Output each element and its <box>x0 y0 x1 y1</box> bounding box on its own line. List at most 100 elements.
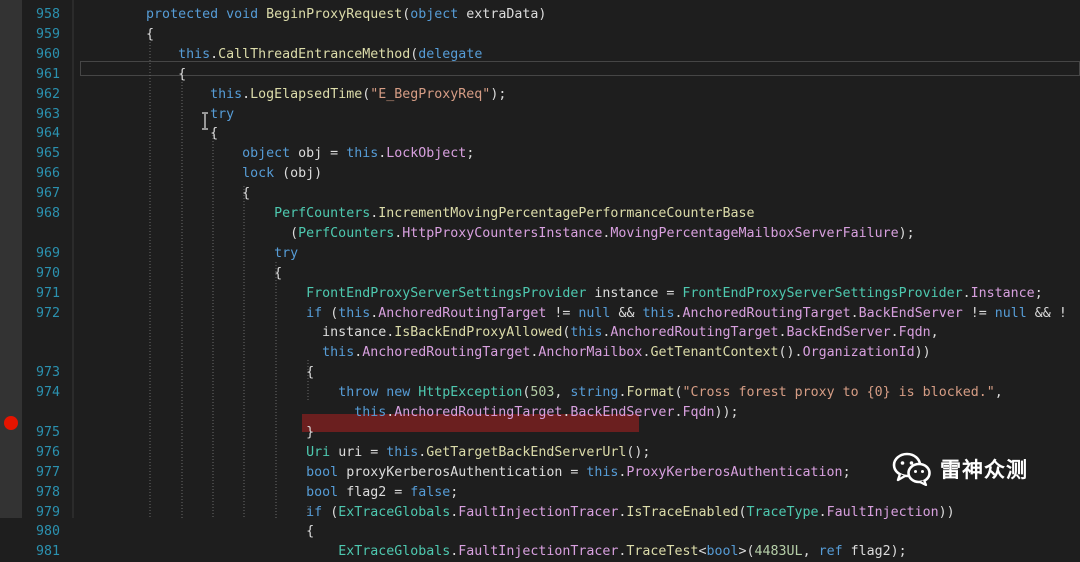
line-number: 970 <box>35 265 60 281</box>
code-line[interactable]: this.AnchoredRoutingTarget.BackEndServer… <box>0 403 1080 423</box>
code-token: string <box>570 385 619 401</box>
code-token: CallThreadEntranceMethod <box>218 46 411 62</box>
code-token: AnchoredRoutingTarget <box>610 325 779 341</box>
code-text: } <box>82 423 314 443</box>
line-number: 967 <box>35 186 60 202</box>
code-token: , <box>802 544 819 560</box>
code-token: BackEndServer <box>858 305 963 321</box>
line-number: 972 <box>35 305 60 321</box>
code-token: extraData) <box>466 7 547 22</box>
code-text: PerfCounters.IncrementMovingPercentagePe… <box>82 204 754 224</box>
code-token: AnchoredRoutingTarget <box>362 345 531 361</box>
code-token: BeginProxyRequest <box>266 7 403 22</box>
code-line[interactable]: 958 protected void BeginProxyRequest(obj… <box>0 5 1080 25</box>
code-text: { <box>82 522 314 542</box>
code-line[interactable]: this.AnchoredRoutingTarget.AnchorMailbox… <box>0 343 1080 363</box>
line-number: 977 <box>35 464 60 480</box>
code-token: (); <box>626 444 651 460</box>
line-number: 975 <box>35 424 60 440</box>
code-token: LogElapsedTime <box>250 86 363 102</box>
code-token: ( <box>674 385 683 401</box>
code-token: this <box>346 146 379 162</box>
code-line[interactable]: 970 { <box>0 264 1080 284</box>
code-token: . <box>890 325 899 341</box>
code-token: (obj) <box>282 166 323 182</box>
code-line[interactable]: 965 object obj = this.LockObject; <box>0 144 1080 164</box>
code-editor[interactable]: 958 protected void BeginProxyRequest(obj… <box>0 0 1080 559</box>
code-token: instance = <box>594 285 683 301</box>
code-token: )); <box>714 405 739 420</box>
code-line[interactable]: 973 { <box>0 363 1080 383</box>
code-text: this.AnchoredRoutingTarget.BackEndServer… <box>82 403 739 423</box>
code-token: bool <box>706 544 739 560</box>
code-line[interactable]: 959 { <box>0 25 1080 45</box>
line-number: 959 <box>35 26 60 42</box>
code-token: uri = <box>338 444 387 460</box>
code-line[interactable]: 968 PerfCounters.IncrementMovingPercenta… <box>0 204 1080 224</box>
line-number: 976 <box>35 444 60 460</box>
code-line[interactable]: 975 } <box>0 423 1080 443</box>
code-token: ExTraceGlobals <box>338 504 451 520</box>
code-token: , <box>930 325 939 341</box>
code-line[interactable]: 967 { <box>0 184 1080 204</box>
code-token: this <box>586 464 619 480</box>
code-text: lock (obj) <box>82 164 322 184</box>
code-token: . <box>450 544 459 560</box>
code-token: TraceType <box>746 504 819 520</box>
code-line[interactable]: 979 if (ExTraceGlobals.FaultInjectionTra… <box>0 503 1080 523</box>
code-token: { <box>82 26 155 42</box>
code-line[interactable]: instance.IsBackEndProxyAllowed(this.Anch… <box>0 323 1080 343</box>
code-line[interactable]: 981 ExTraceGlobals.FaultInjectionTracer.… <box>0 542 1080 562</box>
code-token: Uri <box>306 444 339 460</box>
code-token: ; <box>466 146 475 162</box>
code-line[interactable]: 963 try <box>0 105 1080 125</box>
code-token: lock <box>242 166 283 182</box>
code-token: this <box>210 86 243 102</box>
code-token: } <box>82 424 315 440</box>
code-token: delegate <box>418 46 483 62</box>
code-token: . <box>618 544 627 560</box>
code-token: obj = <box>298 146 347 162</box>
code-line[interactable]: 966 lock (obj) <box>0 164 1080 184</box>
code-token: { <box>82 186 251 202</box>
code-text: bool proxyKerberosAuthentication = this.… <box>82 463 850 483</box>
code-text: if (ExTraceGlobals.FaultInjectionTracer.… <box>82 503 955 523</box>
code-token: try <box>274 245 299 261</box>
code-text: { <box>82 184 250 204</box>
code-token: && ! <box>1026 305 1067 321</box>
code-line[interactable]: 974 throw new HttpException(503, string.… <box>0 383 1080 403</box>
code-token: proxyKerberosAuthentication = <box>346 464 587 480</box>
code-line[interactable]: 972 if (this.AnchoredRoutingTarget != nu… <box>0 304 1080 324</box>
code-token: bool <box>306 464 347 480</box>
code-token: 4483UL <box>754 544 803 560</box>
code-line[interactable]: 961 { <box>0 65 1080 85</box>
code-token: OrganizationId <box>802 345 915 361</box>
code-text: throw new HttpException(503, string.Form… <box>82 383 1003 403</box>
code-line[interactable]: (PerfCounters.HttpProxyCountersInstance.… <box>0 224 1080 244</box>
code-line[interactable]: 971 FrontEndProxyServerSettingsProvider … <box>0 284 1080 304</box>
code-token: BackEndServer <box>570 405 675 420</box>
code-token: { <box>82 524 315 540</box>
code-line[interactable]: 980 { <box>0 522 1080 542</box>
code-text: this.LogElapsedTime("E_BegProxyReq"); <box>82 85 506 105</box>
line-number: 961 <box>35 66 60 82</box>
line-number: 981 <box>35 544 60 560</box>
code-token: HttpException <box>418 385 523 401</box>
code-line[interactable]: 964 { <box>0 124 1080 144</box>
code-token: BackEndServer <box>786 325 891 341</box>
code-text: this.CallThreadEntranceMethod(delegate <box>82 45 482 65</box>
code-text: { <box>82 124 218 144</box>
code-line[interactable]: 969 try <box>0 244 1080 264</box>
code-line[interactable]: 962 this.LogElapsedTime("E_BegProxyReq")… <box>0 85 1080 105</box>
line-number: 979 <box>35 504 60 520</box>
code-line[interactable]: 960 this.CallThreadEntranceMethod(delega… <box>0 45 1080 65</box>
